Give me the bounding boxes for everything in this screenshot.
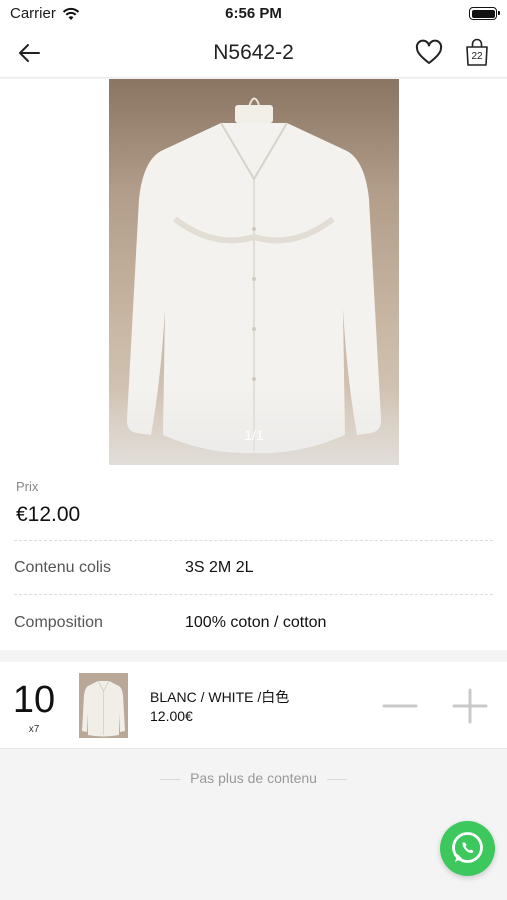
increase-quantity-button[interactable]	[452, 688, 488, 724]
composition-value: 100% coton / cotton	[185, 614, 327, 631]
shirt-thumbnail-image	[82, 680, 125, 737]
price-value: €12.00	[16, 503, 81, 526]
variant-name: BLANC / WHITE /白色	[150, 689, 290, 705]
product-photo: 1/1	[109, 79, 399, 465]
quantity-multiplier: x7	[28, 724, 40, 735]
variant-row: 10 x7 BLANC / WHITE /白色 12.00€	[0, 662, 507, 749]
divider	[326, 778, 347, 780]
photo-counter: 1/1	[244, 427, 264, 443]
package-contents-label: Contenu colis	[14, 559, 111, 576]
divider	[14, 594, 493, 595]
photo-overlay	[109, 385, 399, 465]
whatsapp-icon	[452, 832, 483, 863]
cart-count-badge: 22	[471, 51, 483, 62]
divider	[14, 540, 493, 541]
shopping-bag-button[interactable]: 22	[464, 38, 490, 68]
whatsapp-button[interactable]	[440, 821, 495, 876]
divider	[160, 778, 181, 780]
status-bar: Carrier 6:56 PM	[0, 0, 507, 28]
status-time: 6:56 PM	[225, 5, 282, 22]
price-label: Prix	[16, 479, 39, 494]
heart-icon[interactable]	[415, 39, 443, 67]
end-of-content-text: Pas plus de contenu	[190, 770, 317, 786]
end-of-content: Pas plus de contenu	[0, 770, 507, 786]
nav-bar: N5642-2 22	[0, 28, 507, 78]
variant-thumbnail[interactable]	[79, 673, 128, 738]
product-info: Prix €12.00 Contenu colis 3S 2M 2L Compo…	[0, 465, 507, 650]
package-contents-value: 3S 2M 2L	[185, 559, 254, 576]
battery-icon	[469, 7, 500, 20]
variant-price: 12.00€	[150, 708, 193, 724]
composition-label: Composition	[14, 614, 103, 631]
decrease-quantity-button[interactable]	[382, 688, 418, 724]
quantity-value: 10	[12, 679, 56, 721]
product-gallery[interactable]: 1/1	[0, 79, 507, 465]
